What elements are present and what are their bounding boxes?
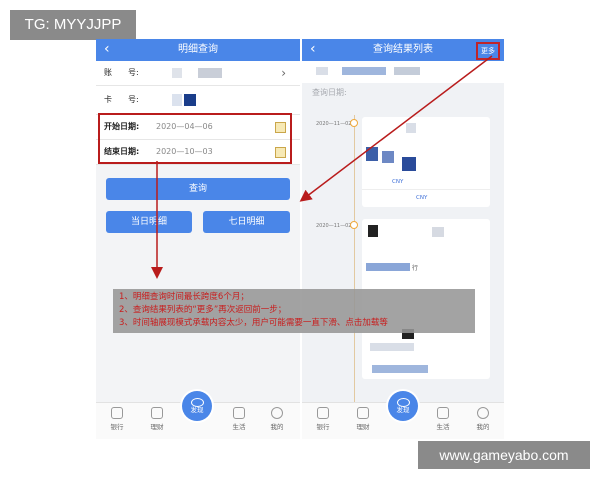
annotation-line-2: 2、查询结果列表的“更多”再次返回前一步；	[119, 305, 287, 315]
annotation-notes: 1、明细查询时间最长跨度6个月； 2、查询结果列表的“更多”再次返回前一步； 3…	[113, 289, 475, 333]
arrow-diagonal	[299, 55, 493, 202]
annotation-line-3: 3、时间轴展现模式承载内容太少，用户可能需要一直下滑、点击加载等	[119, 318, 388, 328]
annotation-line-1: 1、明细查询时间最长跨度6个月；	[119, 292, 249, 302]
annotation-arrows	[151, 55, 493, 279]
watermark-bottom-right: www.gameyabo.com	[418, 441, 590, 469]
